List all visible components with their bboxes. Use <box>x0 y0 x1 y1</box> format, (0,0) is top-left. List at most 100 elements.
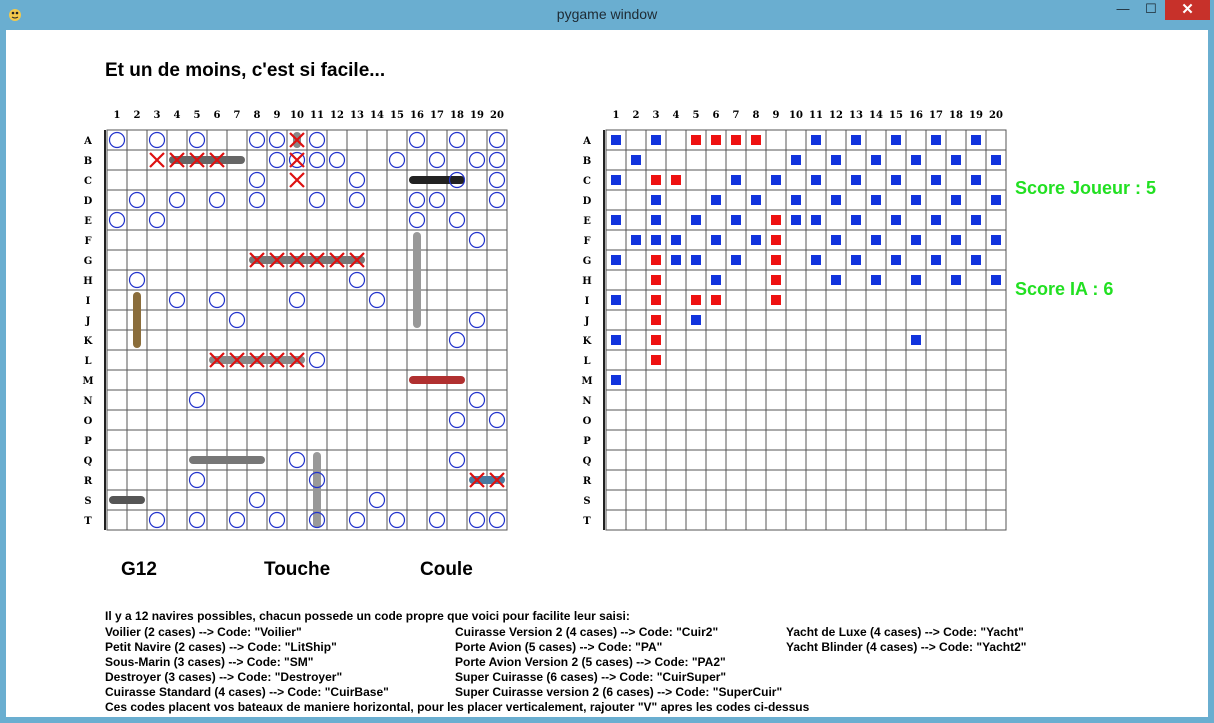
ai-board-cell[interactable] <box>725 509 747 531</box>
player-board-cell[interactable] <box>206 209 228 231</box>
player-board-cell[interactable] <box>166 489 188 511</box>
player-board-cell[interactable] <box>486 429 508 451</box>
ai-board-cell[interactable] <box>785 129 807 151</box>
ai-board-cell[interactable] <box>685 269 707 291</box>
ai-board-cell[interactable] <box>945 369 967 391</box>
ai-board-cell[interactable] <box>725 369 747 391</box>
player-board-cell[interactable] <box>206 509 228 531</box>
ai-board-cell[interactable] <box>805 349 827 371</box>
player-board-cell[interactable] <box>126 249 148 271</box>
ai-board-cell[interactable] <box>925 309 947 331</box>
player-board-cell[interactable] <box>246 369 268 391</box>
ai-board-cell[interactable] <box>725 429 747 451</box>
ai-board-cell[interactable] <box>605 469 627 491</box>
player-board-cell[interactable] <box>426 489 448 511</box>
player-board-cell[interactable] <box>286 409 308 431</box>
player-board-cell[interactable] <box>386 309 408 331</box>
player-board-cell[interactable] <box>126 129 148 151</box>
player-board-cell[interactable] <box>386 129 408 151</box>
player-board-cell[interactable] <box>246 509 268 531</box>
player-board-cell[interactable] <box>226 189 248 211</box>
player-board-cell[interactable] <box>446 269 468 291</box>
player-board-cell[interactable] <box>426 409 448 431</box>
player-board-cell[interactable] <box>406 469 428 491</box>
ai-board-cell[interactable] <box>925 429 947 451</box>
ai-board-cell[interactable] <box>945 309 967 331</box>
ai-board-cell[interactable] <box>865 329 887 351</box>
ai-board-cell[interactable] <box>705 509 727 531</box>
ai-board-cell[interactable] <box>945 489 967 511</box>
player-board-cell[interactable] <box>266 329 288 351</box>
player-board-cell[interactable] <box>206 329 228 351</box>
player-board-cell[interactable] <box>466 369 488 391</box>
player-board-cell[interactable] <box>106 469 128 491</box>
ai-board-cell[interactable] <box>725 469 747 491</box>
ai-board-cell[interactable] <box>865 429 887 451</box>
player-board-cell[interactable] <box>366 229 388 251</box>
player-board-cell[interactable] <box>166 169 188 191</box>
ai-board-cell[interactable] <box>885 289 907 311</box>
ai-board-cell[interactable] <box>785 369 807 391</box>
player-board-cell[interactable] <box>406 149 428 171</box>
ai-board-cell[interactable] <box>645 369 667 391</box>
player-board-cell[interactable] <box>386 449 408 471</box>
ai-board-cell[interactable] <box>745 489 767 511</box>
player-board-cell[interactable] <box>426 329 448 351</box>
player-board-cell[interactable] <box>286 189 308 211</box>
player-board-cell[interactable] <box>366 309 388 331</box>
ai-board-cell[interactable] <box>765 449 787 471</box>
ai-board-cell[interactable] <box>725 389 747 411</box>
player-board-cell[interactable] <box>446 289 468 311</box>
player-board-cell[interactable] <box>426 349 448 371</box>
player-board-cell[interactable] <box>446 429 468 451</box>
ai-board-cell[interactable] <box>645 509 667 531</box>
player-board-cell[interactable] <box>446 309 468 331</box>
ai-board-cell[interactable] <box>765 409 787 431</box>
ai-board-cell[interactable] <box>845 489 867 511</box>
player-board-cell[interactable] <box>106 329 128 351</box>
player-board-cell[interactable] <box>366 349 388 371</box>
ai-board-cell[interactable] <box>865 169 887 191</box>
player-board-cell[interactable] <box>126 169 148 191</box>
ai-board-cell[interactable] <box>665 309 687 331</box>
player-board-cell[interactable] <box>186 329 208 351</box>
ai-board-cell[interactable] <box>965 369 987 391</box>
player-board-cell[interactable] <box>486 489 508 511</box>
ai-board-cell[interactable] <box>725 269 747 291</box>
ai-board-cell[interactable] <box>785 489 807 511</box>
ai-board-cell[interactable] <box>985 129 1007 151</box>
ai-board-cell[interactable] <box>965 289 987 311</box>
player-board-cell[interactable] <box>466 169 488 191</box>
player-board-cell[interactable] <box>386 249 408 271</box>
ai-board-cell[interactable] <box>625 469 647 491</box>
player-board-cell[interactable] <box>126 209 148 231</box>
ai-board-cell[interactable] <box>905 469 927 491</box>
ai-board-cell[interactable] <box>785 249 807 271</box>
ai-board-cell[interactable] <box>925 369 947 391</box>
ai-board-cell[interactable] <box>765 129 787 151</box>
ai-board-cell[interactable] <box>945 429 967 451</box>
player-board-cell[interactable] <box>246 469 268 491</box>
player-board-cell[interactable] <box>466 489 488 511</box>
player-board-cell[interactable] <box>106 509 128 531</box>
ai-board-cell[interactable] <box>885 429 907 451</box>
player-board-cell[interactable] <box>146 329 168 351</box>
ai-board-cell[interactable] <box>625 269 647 291</box>
player-board-cell[interactable] <box>466 289 488 311</box>
player-board-cell[interactable] <box>226 409 248 431</box>
ai-board-cell[interactable] <box>965 229 987 251</box>
player-board-cell[interactable] <box>326 409 348 431</box>
ai-board-cell[interactable] <box>785 169 807 191</box>
player-board-cell[interactable] <box>326 189 348 211</box>
player-board-cell[interactable] <box>306 329 328 351</box>
ai-board-cell[interactable] <box>965 449 987 471</box>
player-board-cell[interactable] <box>466 329 488 351</box>
ai-board-cell[interactable] <box>885 229 907 251</box>
player-board-cell[interactable] <box>186 169 208 191</box>
ai-board-cell[interactable] <box>705 169 727 191</box>
player-board-cell[interactable] <box>326 229 348 251</box>
player-board-cell[interactable] <box>306 289 328 311</box>
player-board-cell[interactable] <box>186 189 208 211</box>
ai-board-cell[interactable] <box>925 389 947 411</box>
ai-board-cell[interactable] <box>805 329 827 351</box>
